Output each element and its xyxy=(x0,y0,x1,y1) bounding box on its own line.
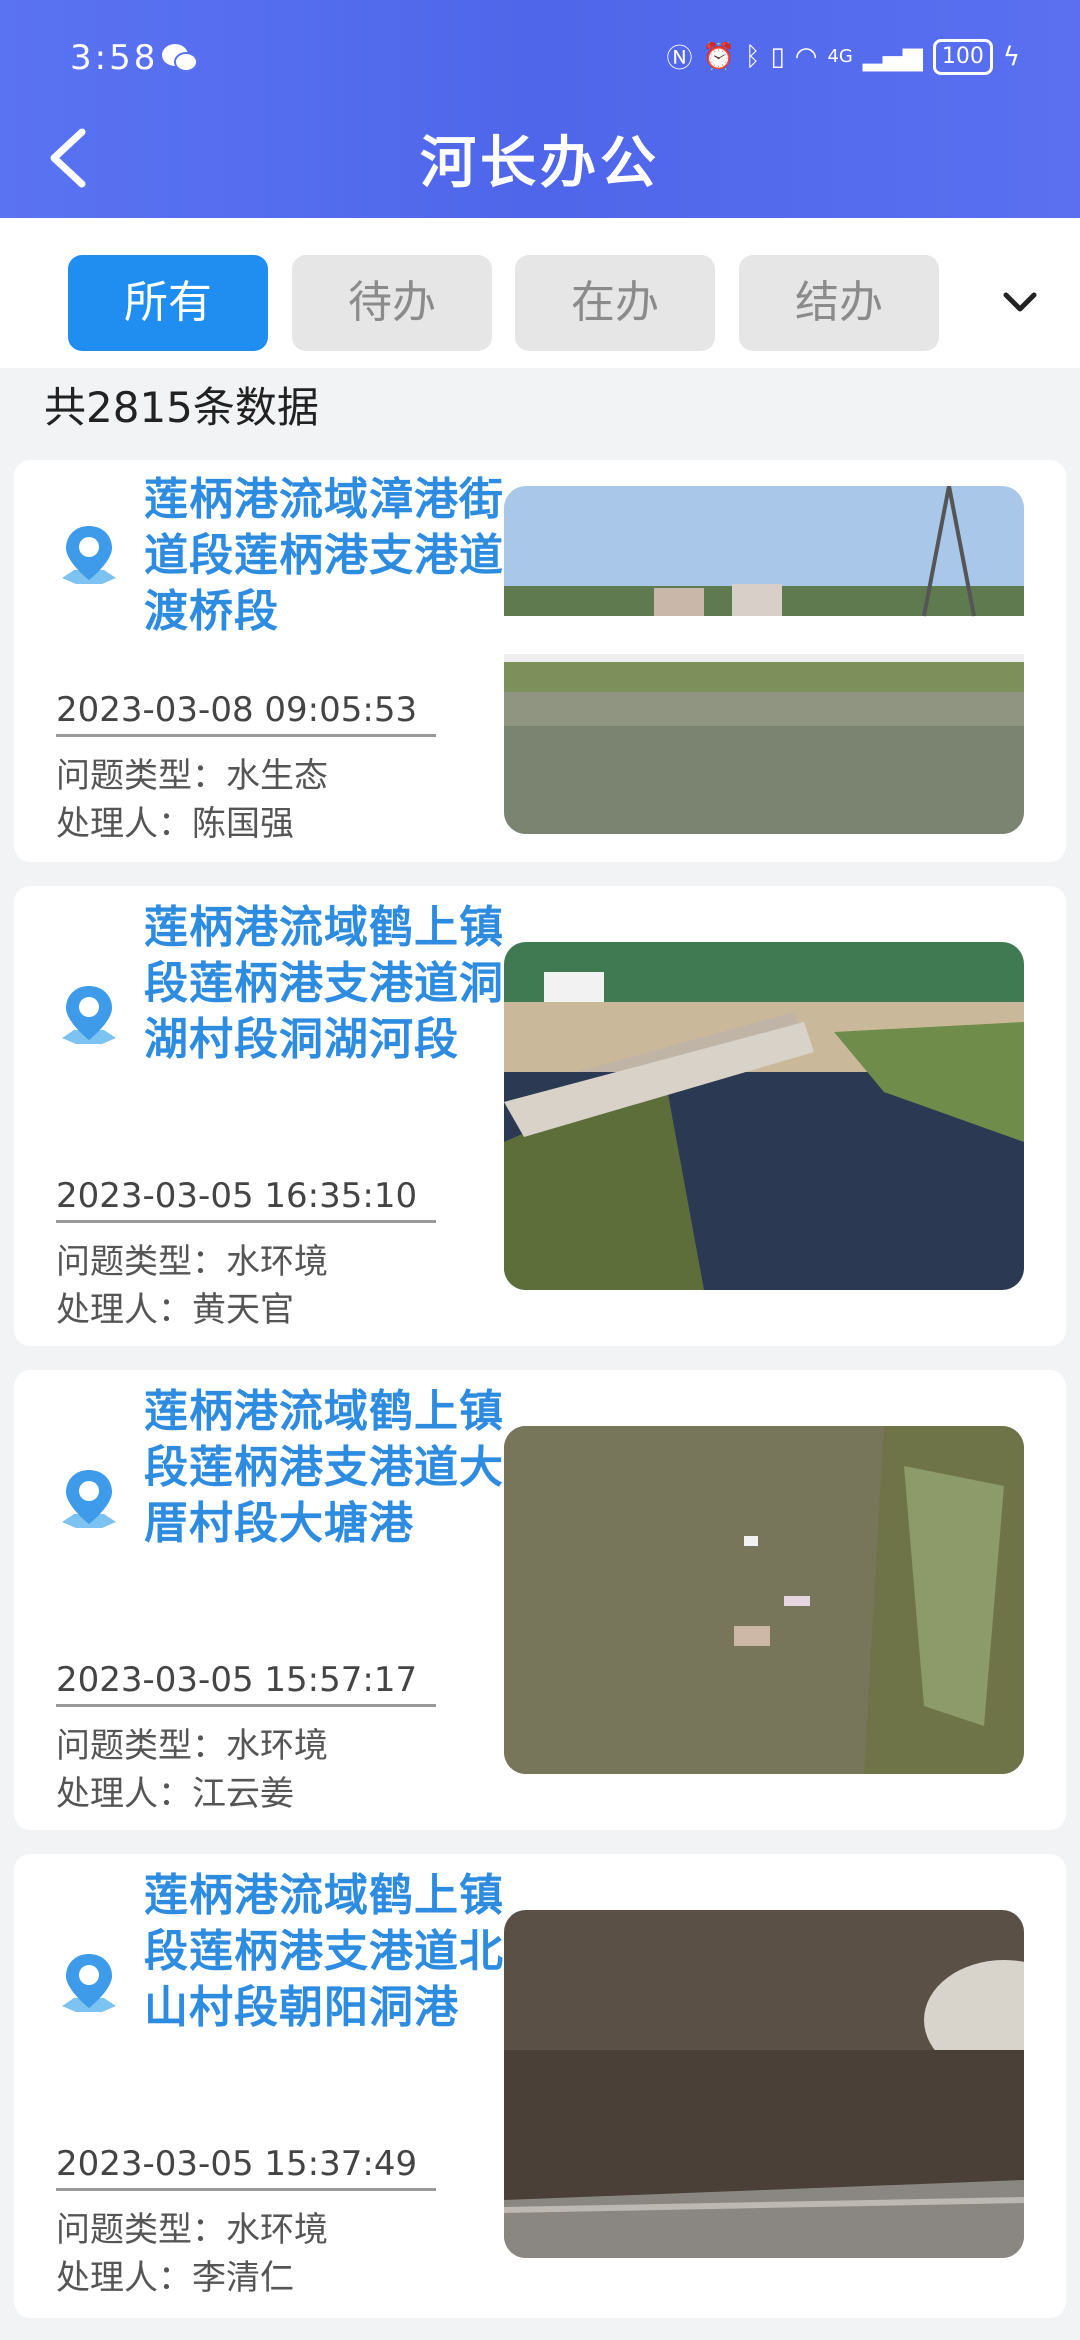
type-value: 水环境 xyxy=(226,1242,328,1282)
record-handler: 处理人：江云姜 xyxy=(56,1766,294,1815)
vibrate-icon: ▯ xyxy=(770,41,785,72)
page-title: 河长办公 xyxy=(420,131,660,196)
filter-tabs: 所有 待办 在办 结办 xyxy=(0,218,1080,368)
record-type: 问题类型：水环境 xyxy=(56,1718,328,1767)
list-item[interactable]: 莲柄港流域鹤上镇段莲柄港支港道洞湖村段洞湖河段 2023-03-05 16:35… xyxy=(14,886,1066,1346)
record-photo[interactable] xyxy=(504,942,1024,1290)
bluetooth-icon: ᛒ xyxy=(744,41,761,72)
type-label: 问题类型： xyxy=(56,756,226,796)
type-value: 水环境 xyxy=(226,2210,328,2250)
type-value: 水生态 xyxy=(226,756,328,796)
record-title: 莲柄港流域鹤上镇段莲柄港支港道大厝村段大塘港 xyxy=(144,1386,504,1549)
status-icons: Ⓝ ⏰ ᛒ ▯ ◠ 4G ▂▄▆ 100 ϟ xyxy=(666,38,1020,75)
signal-icon: ▂▄▆ xyxy=(862,41,923,72)
nfc-icon: Ⓝ xyxy=(666,44,693,74)
alarm-icon: ⏰ xyxy=(702,41,735,72)
record-title: 莲柄港流域鹤上镇段莲柄港支港道北山村段朝阳洞港 xyxy=(144,1870,504,2033)
list-item[interactable]: 莲柄港流域漳港街道段莲柄港支港道渡桥段 2023-03-08 09:05:53 … xyxy=(14,460,1066,862)
handler-label: 处理人： xyxy=(56,1774,192,1814)
record-photo[interactable] xyxy=(504,1910,1024,2258)
handler-label: 处理人： xyxy=(56,2258,192,2298)
handler-value: 江云姜 xyxy=(192,1774,294,1814)
record-datetime: 2023-03-08 09:05:53 xyxy=(56,690,436,737)
type-label: 问题类型： xyxy=(56,1242,226,1282)
app-header: 3:58 Ⓝ ⏰ ᛒ ▯ ◠ 4G ▂▄▆ 100 ϟ 河长办公 xyxy=(0,0,1080,218)
handler-label: 处理人： xyxy=(56,1290,192,1330)
tab-in-progress[interactable]: 在办 xyxy=(515,255,715,351)
wechat-icon xyxy=(162,44,198,72)
location-pin-icon xyxy=(62,1470,116,1528)
record-datetime: 2023-03-05 16:35:10 xyxy=(56,1176,436,1223)
status-bar: 3:58 Ⓝ ⏰ ᛒ ▯ ◠ 4G ▂▄▆ 100 ϟ xyxy=(0,30,1080,90)
record-handler: 处理人：陈国强 xyxy=(56,796,294,845)
location-pin-icon xyxy=(62,986,116,1044)
record-type: 问题类型：水环境 xyxy=(56,1234,328,1283)
record-datetime: 2023-03-05 15:57:17 xyxy=(56,1660,436,1707)
location-pin-icon xyxy=(62,526,116,584)
record-type: 问题类型：水环境 xyxy=(56,2202,328,2251)
tab-completed[interactable]: 结办 xyxy=(739,255,939,351)
tab-all[interactable]: 所有 xyxy=(68,255,268,351)
list-item[interactable]: 莲柄港流域鹤上镇段莲柄港支港道大厝村段大塘港 2023-03-05 15:57:… xyxy=(14,1370,1066,1830)
record-datetime: 2023-03-05 15:37:49 xyxy=(56,2144,436,2191)
battery-indicator: 100 xyxy=(932,38,993,75)
record-title: 莲柄港流域鹤上镇段莲柄港支港道洞湖村段洞湖河段 xyxy=(144,902,504,1065)
type-label: 问题类型： xyxy=(56,1726,226,1766)
wifi-icon: ◠ xyxy=(794,41,818,72)
handler-value: 陈国强 xyxy=(192,804,294,844)
handler-label: 处理人： xyxy=(56,804,192,844)
record-photo[interactable] xyxy=(504,486,1024,834)
record-count: 共2815条数据 xyxy=(44,383,319,432)
status-time: 3:58 xyxy=(70,38,159,78)
list-item[interactable]: 莲柄港流域鹤上镇段莲柄港支港道北山村段朝阳洞港 2023-03-05 15:37… xyxy=(14,1854,1066,2318)
handler-value: 黄天官 xyxy=(192,1290,294,1330)
charging-icon: ϟ xyxy=(1002,41,1020,72)
type-label: 问题类型： xyxy=(56,2210,226,2250)
type-value: 水环境 xyxy=(226,1726,328,1766)
record-title: 莲柄港流域漳港街道段莲柄港支港道渡桥段 xyxy=(144,474,504,637)
tab-todo[interactable]: 待办 xyxy=(292,255,492,351)
record-type: 问题类型：水生态 xyxy=(56,748,328,797)
record-handler: 处理人：李清仁 xyxy=(56,2250,294,2299)
handler-value: 李清仁 xyxy=(192,2258,294,2298)
record-photo[interactable] xyxy=(504,1426,1024,1774)
chevron-down-icon[interactable] xyxy=(998,280,1042,324)
record-handler: 处理人：黄天官 xyxy=(56,1282,294,1331)
location-pin-icon xyxy=(62,1954,116,2012)
network-label: 4G xyxy=(827,46,853,67)
